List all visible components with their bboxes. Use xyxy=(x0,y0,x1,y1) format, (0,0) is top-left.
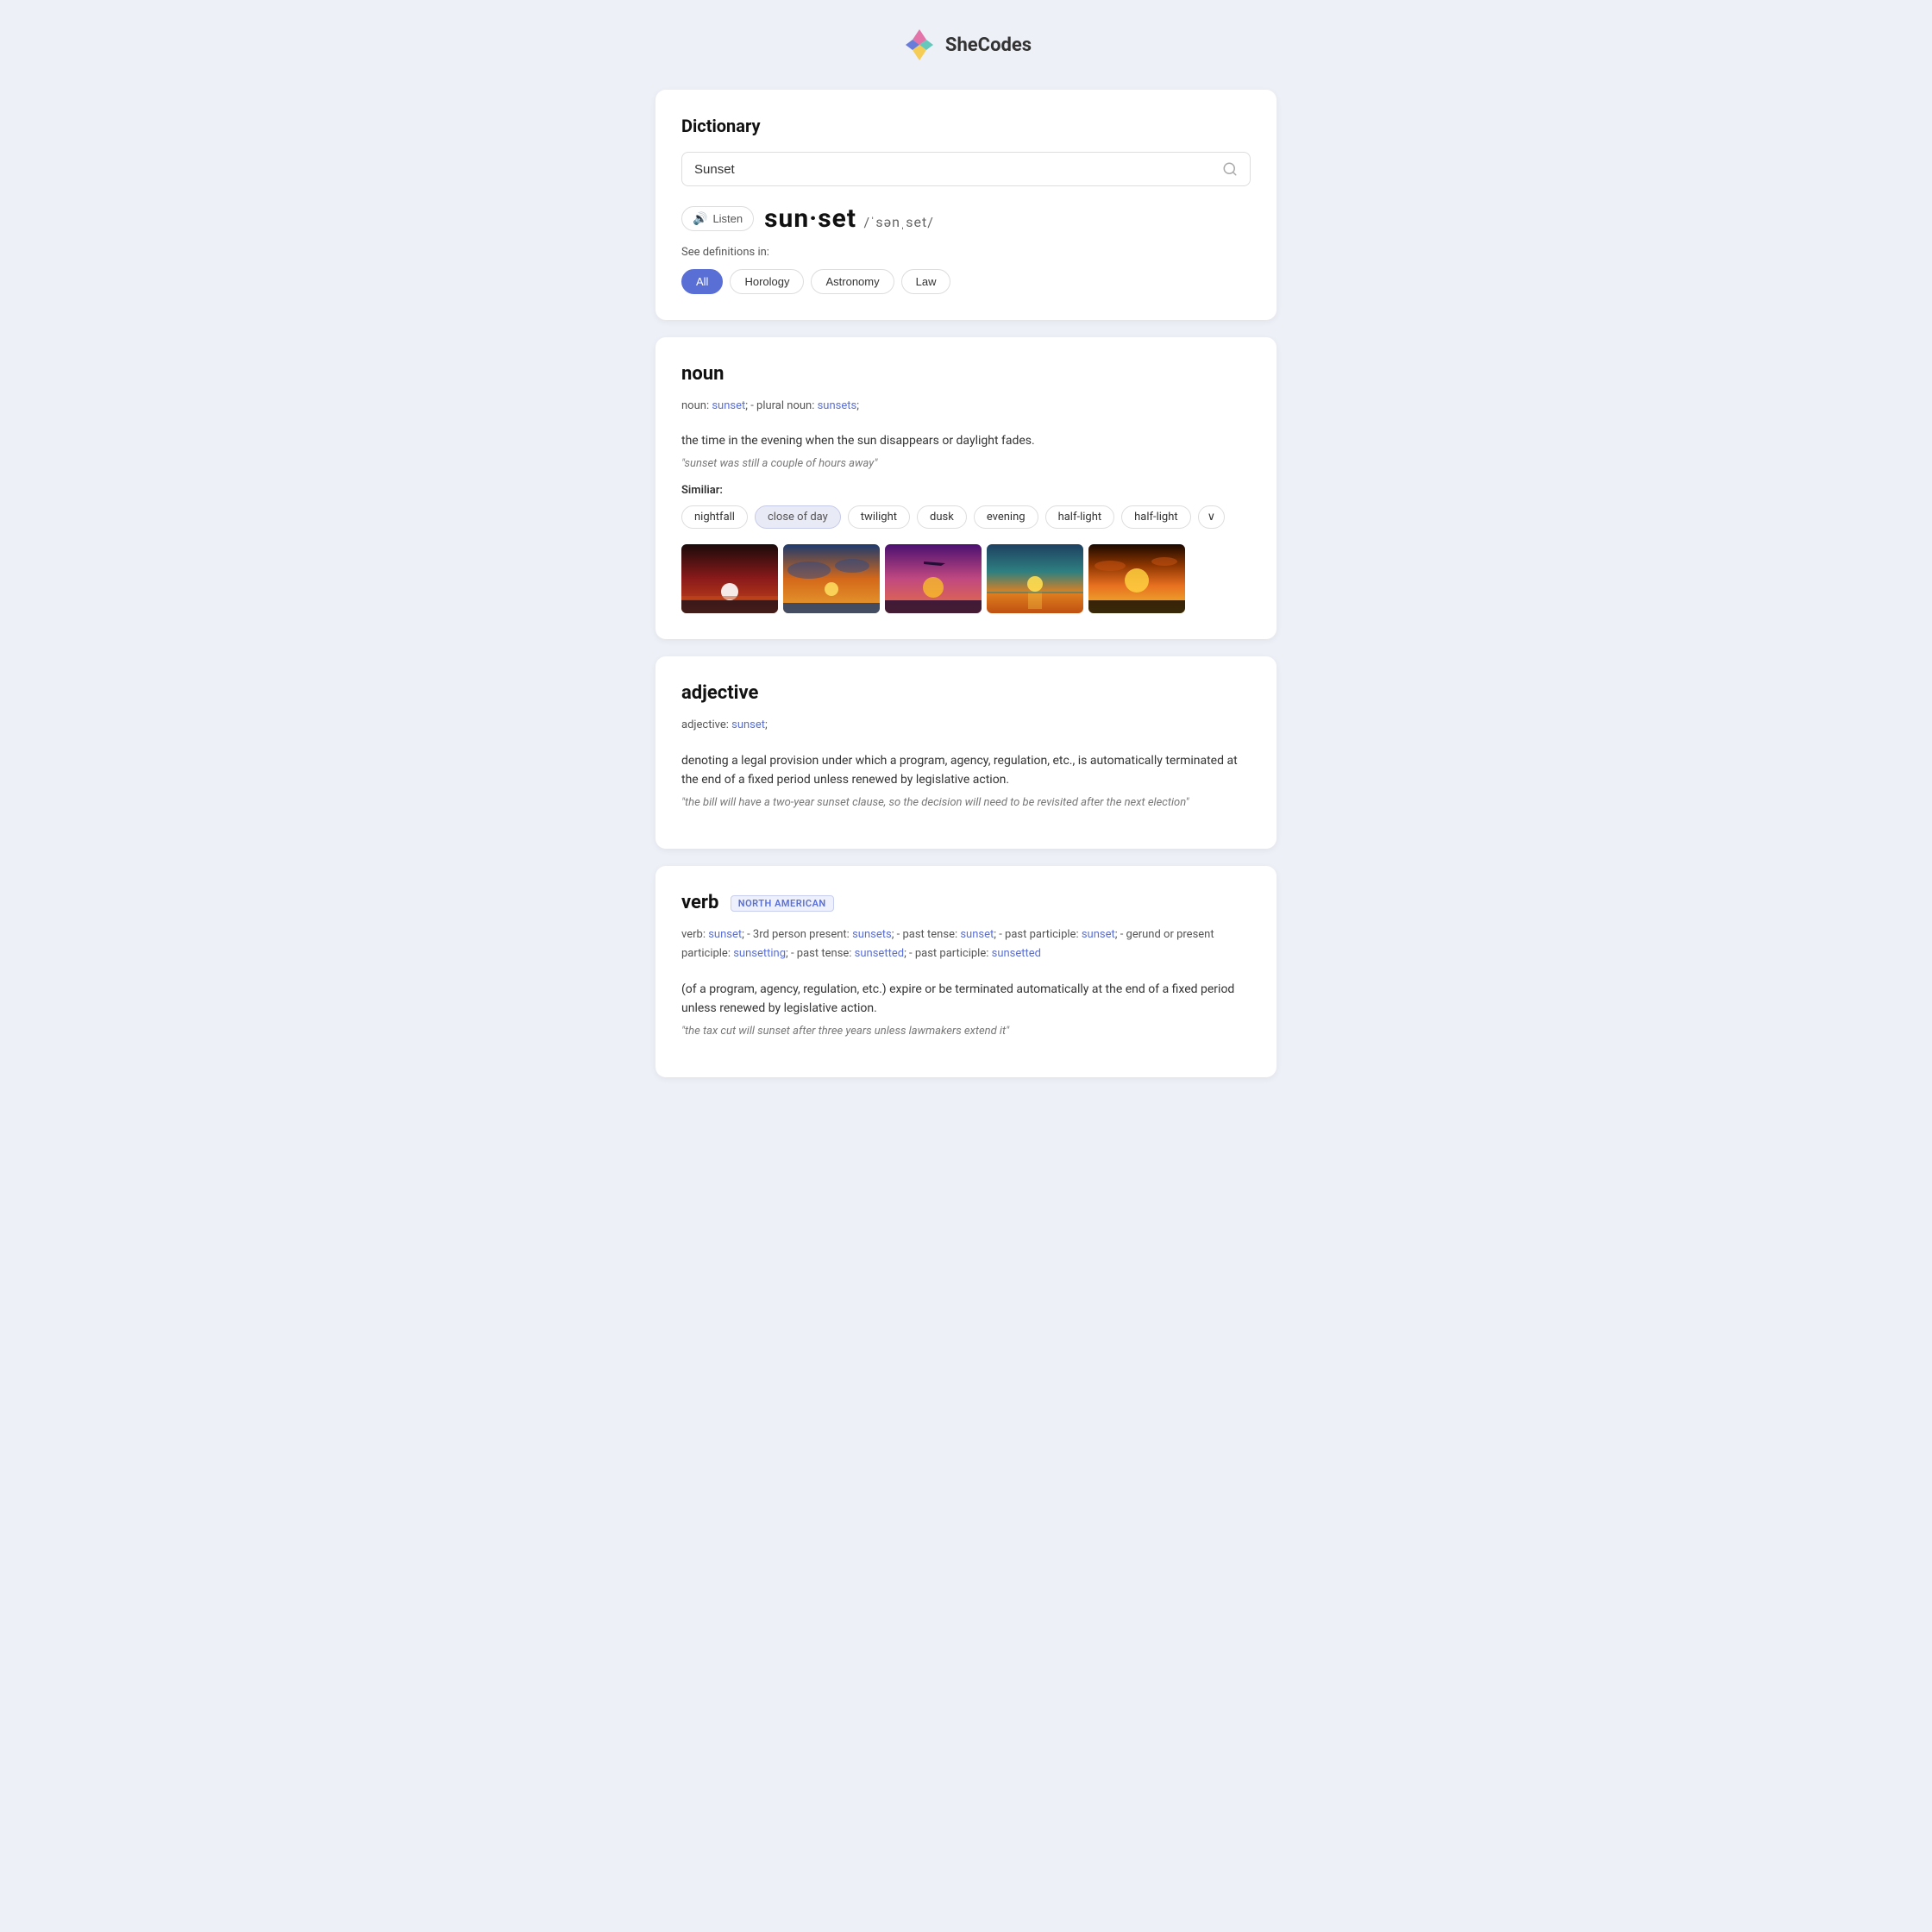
sunset-image-2 xyxy=(783,544,880,613)
noun-plural-link[interactable]: sunsets xyxy=(818,399,857,412)
chip-more[interactable]: ∨ xyxy=(1198,505,1226,529)
similar-chips: nightfall close of day twilight dusk eve… xyxy=(681,505,1251,529)
word-heading: sun·set /ˈsənˌset/ xyxy=(764,204,934,234)
verb-inflections: verb: sunset; - 3rd person present: suns… xyxy=(681,925,1251,963)
speaker-icon: 🔊 xyxy=(693,211,707,226)
logo-text: SheCodes xyxy=(945,34,1032,56)
verb-definition: (of a program, agency, regulation, etc.)… xyxy=(681,980,1251,1019)
word-text: sun·set xyxy=(764,204,856,234)
word-row: 🔊 Listen sun·set /ˈsənˌset/ xyxy=(681,204,1251,234)
dictionary-card: Dictionary 🔊 Listen sun·set /ˈsənˌset/ S… xyxy=(656,90,1276,320)
verb-past2-link[interactable]: sunsetted xyxy=(855,947,904,960)
sunset-image-3 xyxy=(885,544,982,613)
search-icon xyxy=(1222,161,1238,177)
filter-horology[interactable]: Horology xyxy=(730,269,804,294)
chip-dusk[interactable]: dusk xyxy=(917,505,967,529)
adjective-word-link[interactable]: sunset xyxy=(731,718,765,731)
verb-pos: verb xyxy=(681,892,718,913)
adjective-example: "the bill will have a two-year sunset cl… xyxy=(681,796,1251,809)
search-box xyxy=(681,152,1251,186)
listen-button[interactable]: 🔊 Listen xyxy=(681,206,754,231)
chip-evening[interactable]: evening xyxy=(974,505,1038,529)
chip-nightfall[interactable]: nightfall xyxy=(681,505,748,529)
sunset-image-4 xyxy=(987,544,1083,613)
noun-example: "sunset was still a couple of hours away… xyxy=(681,457,1251,470)
main-content: Dictionary 🔊 Listen sun·set /ˈsənˌset/ S… xyxy=(656,90,1276,1077)
dictionary-title: Dictionary xyxy=(681,116,1251,136)
filter-astronomy[interactable]: Astronomy xyxy=(811,269,894,294)
verb-past-link[interactable]: sunset xyxy=(960,928,994,941)
listen-label: Listen xyxy=(712,212,743,225)
see-definitions-label: See definitions in: xyxy=(681,246,1251,259)
search-button[interactable] xyxy=(1222,161,1238,177)
noun-inflections-prefix: noun: xyxy=(681,399,712,412)
verb-gerund-link[interactable]: sunsetting xyxy=(733,947,786,960)
logo-icon xyxy=(900,26,938,64)
sunset-images xyxy=(681,544,1251,613)
verb-card: verb NORTH AMERICAN verb: sunset; - 3rd … xyxy=(656,866,1276,1077)
noun-inflections: noun: sunset; - plural noun: sunsets; xyxy=(681,397,1251,416)
noun-card: noun noun: sunset; - plural noun: sunset… xyxy=(656,337,1276,639)
adjective-definition: denoting a legal provision under which a… xyxy=(681,751,1251,790)
chip-close-of-day[interactable]: close of day xyxy=(755,505,841,529)
noun-word-link[interactable]: sunset xyxy=(712,399,745,412)
noun-definition: the time in the evening when the sun dis… xyxy=(681,431,1251,450)
filter-law[interactable]: Law xyxy=(901,269,951,294)
verb-heading: verb NORTH AMERICAN xyxy=(681,892,1251,913)
noun-heading: noun xyxy=(681,363,1251,385)
word-phonetic: /ˈsənˌset/ xyxy=(863,214,933,230)
logo: SheCodes xyxy=(900,26,1032,64)
verb-3rd-link[interactable]: sunsets xyxy=(852,928,892,941)
verb-past-part-link[interactable]: sunset xyxy=(1082,928,1115,941)
adjective-inflections: adjective: sunset; xyxy=(681,716,1251,735)
verb-word-link[interactable]: sunset xyxy=(708,928,742,941)
verb-badge: NORTH AMERICAN xyxy=(731,895,834,912)
verb-past-part2-link[interactable]: sunsetted xyxy=(992,947,1041,960)
search-input[interactable] xyxy=(694,162,1222,177)
sunset-image-1 xyxy=(681,544,778,613)
adjective-card: adjective adjective: sunset; denoting a … xyxy=(656,656,1276,849)
chip-twilight[interactable]: twilight xyxy=(848,505,910,529)
sunset-image-5 xyxy=(1088,544,1185,613)
filter-buttons: All Horology Astronomy Law xyxy=(681,269,1251,294)
verb-example: "the tax cut will sunset after three yea… xyxy=(681,1025,1251,1038)
adjective-heading: adjective xyxy=(681,682,1251,704)
site-header: SheCodes xyxy=(17,26,1915,64)
similar-label: Similiar: xyxy=(681,484,1251,497)
filter-all[interactable]: All xyxy=(681,269,723,294)
chip-half-light-2[interactable]: half-light xyxy=(1121,505,1191,529)
chip-half-light-1[interactable]: half-light xyxy=(1045,505,1115,529)
